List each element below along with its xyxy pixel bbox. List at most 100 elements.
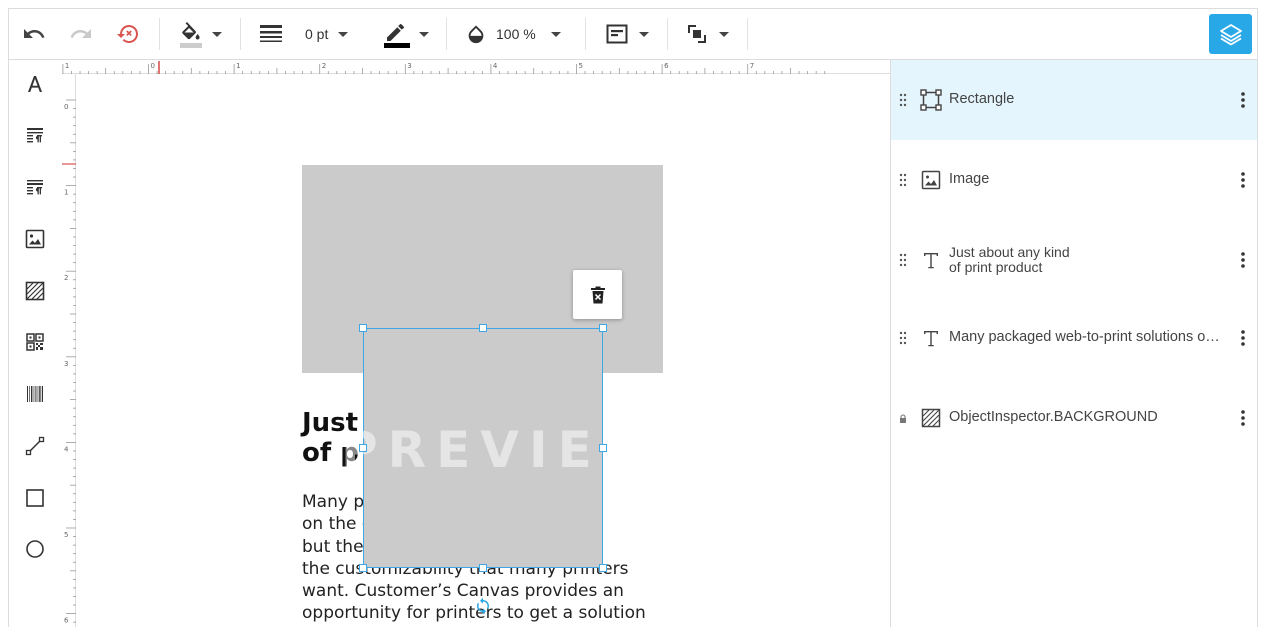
- drag-handle-icon[interactable]: [898, 173, 908, 187]
- stroke-width-dropdown[interactable]: 0 pt: [305, 9, 361, 59]
- text-tool-icon: [28, 76, 42, 92]
- toolbar-divider: [747, 18, 748, 50]
- more-vertical-icon[interactable]: [1236, 251, 1250, 269]
- qr-code-tool-icon: [26, 333, 44, 351]
- rich-text-alt-tool-button[interactable]: [22, 174, 48, 200]
- drag-handle-icon[interactable]: [898, 253, 908, 267]
- resize-handle-top-left[interactable]: [359, 324, 367, 332]
- layers-panel: Rectangle Image Just about any kind of pr…: [890, 60, 1257, 627]
- layer-item[interactable]: Just about any kind of print product: [891, 220, 1257, 300]
- layer-name: Just about any kind of print product: [949, 245, 1070, 275]
- layers-icon: [1219, 24, 1242, 46]
- ruler-label: 3: [407, 62, 411, 70]
- opacity-dropdown[interactable]: 100 %: [465, 9, 565, 59]
- resize-handle-top[interactable]: [479, 324, 487, 332]
- undo-button[interactable]: [19, 9, 49, 59]
- rich-text-tool-button[interactable]: [22, 122, 48, 148]
- arrange-icon: [688, 25, 706, 43]
- qr-code-tool-button[interactable]: [22, 329, 48, 355]
- vertical-ruler-ticks: 0 1 2 3 4 5 6: [62, 99, 76, 625]
- align-icon: [606, 24, 628, 44]
- ellipse-tool-button[interactable]: [22, 536, 48, 562]
- layer-name-line: of print product: [949, 259, 1043, 275]
- rotate-icon: [477, 597, 489, 615]
- undo-icon: [24, 29, 45, 38]
- delete-button[interactable]: [573, 270, 622, 319]
- ruler-label: 5: [64, 531, 68, 539]
- pen-icon: [384, 24, 410, 48]
- drag-handle-icon[interactable]: [898, 93, 908, 107]
- resize-handle-bottom-right[interactable]: [599, 564, 607, 572]
- ruler-label: 2: [64, 274, 68, 282]
- rectangle-tool-button[interactable]: [22, 485, 48, 511]
- chevron-down-icon: [719, 31, 729, 37]
- background-tool-button[interactable]: [22, 278, 48, 304]
- chevron-down-icon: [338, 31, 349, 37]
- drag-handle-icon[interactable]: [898, 331, 908, 345]
- more-vertical-icon[interactable]: [1236, 329, 1250, 347]
- resize-handle-bottom-left[interactable]: [359, 564, 367, 572]
- fill-color-dropdown[interactable]: [173, 9, 225, 59]
- tools-sidebar: [9, 60, 62, 627]
- ellipse-tool-icon: [26, 540, 44, 558]
- ruler-label: 0: [151, 62, 155, 70]
- revert-button[interactable]: [113, 9, 143, 59]
- background-layer-icon: [920, 407, 942, 429]
- chevron-down-icon: [550, 31, 561, 37]
- image-tool-button[interactable]: [22, 226, 48, 252]
- text-tool-button[interactable]: [22, 71, 48, 97]
- chevron-down-icon: [639, 31, 649, 37]
- revert-icon: [117, 25, 138, 43]
- more-vertical-icon[interactable]: [1236, 409, 1250, 427]
- more-vertical-icon[interactable]: [1236, 91, 1250, 109]
- editor-app: 0 pt 100 % 1 0 1 2 3 4 5 6 7 0 1 2 3 4 5…: [8, 8, 1258, 627]
- chevron-down-icon: [212, 31, 222, 37]
- ruler-label: 4: [64, 445, 69, 453]
- more-vertical-icon[interactable]: [1236, 171, 1250, 189]
- line-weight-button[interactable]: [257, 9, 285, 59]
- line-tool-button[interactable]: [22, 433, 48, 459]
- stroke-width-value: 0 pt: [305, 26, 329, 42]
- resize-handle-top-right[interactable]: [599, 324, 607, 332]
- resize-handle-bottom[interactable]: [479, 564, 487, 572]
- vertical-ruler[interactable]: 0 1 2 3 4 5 6: [62, 74, 76, 627]
- fill-bucket-icon: [180, 22, 202, 48]
- horizontal-ruler-ticks: 1 0 1 2 3 4 5 6 7: [62, 61, 826, 74]
- arrange-dropdown[interactable]: [682, 9, 732, 59]
- layer-name: Many packaged web-to-print solutions o…: [949, 329, 1220, 345]
- ruler-label: 1: [64, 189, 68, 197]
- rectangle-tool-icon: [26, 489, 44, 507]
- layer-item[interactable]: Rectangle: [891, 60, 1257, 140]
- ruler-label: 2: [322, 62, 326, 70]
- toolbar-divider: [585, 18, 586, 50]
- preview-watermark: PREVIEW: [341, 421, 667, 479]
- ruler-label: 1: [236, 62, 240, 70]
- layer-name: Image: [949, 171, 990, 187]
- ruler-label: 6: [64, 617, 69, 625]
- ruler-label: 5: [579, 62, 583, 70]
- toolbar-divider: [159, 18, 160, 50]
- horizontal-ruler[interactable]: 1 0 1 2 3 4 5 6 7: [62, 60, 890, 74]
- resize-handle-right[interactable]: [599, 444, 607, 452]
- lock-icon[interactable]: [899, 414, 907, 424]
- line-weight-icon: [260, 25, 282, 42]
- layer-item[interactable]: ObjectInspector.BACKGROUND: [891, 380, 1257, 460]
- toolbar-divider: [240, 18, 241, 50]
- stroke-color-dropdown[interactable]: [381, 9, 431, 59]
- redo-button[interactable]: [66, 9, 96, 59]
- ruler-label: 0: [64, 103, 68, 111]
- align-dropdown[interactable]: [602, 9, 652, 59]
- trash-icon: [590, 286, 605, 303]
- line-tool-icon: [25, 436, 45, 456]
- layer-item[interactable]: Image: [891, 140, 1257, 220]
- layer-item[interactable]: Many packaged web-to-print solutions o…: [891, 300, 1257, 380]
- barcode-tool-button[interactable]: [22, 381, 48, 407]
- opacity-drop-icon: [468, 25, 484, 44]
- design-canvas[interactable]: Just of p Many p tions on the ough, but …: [76, 75, 890, 627]
- ruler-label: 7: [750, 62, 754, 70]
- toolbar-divider: [446, 18, 447, 50]
- layers-button[interactable]: [1209, 14, 1252, 54]
- rotate-handle[interactable]: [473, 596, 493, 616]
- resize-handle-left[interactable]: [359, 444, 367, 452]
- barcode-tool-icon: [27, 386, 43, 402]
